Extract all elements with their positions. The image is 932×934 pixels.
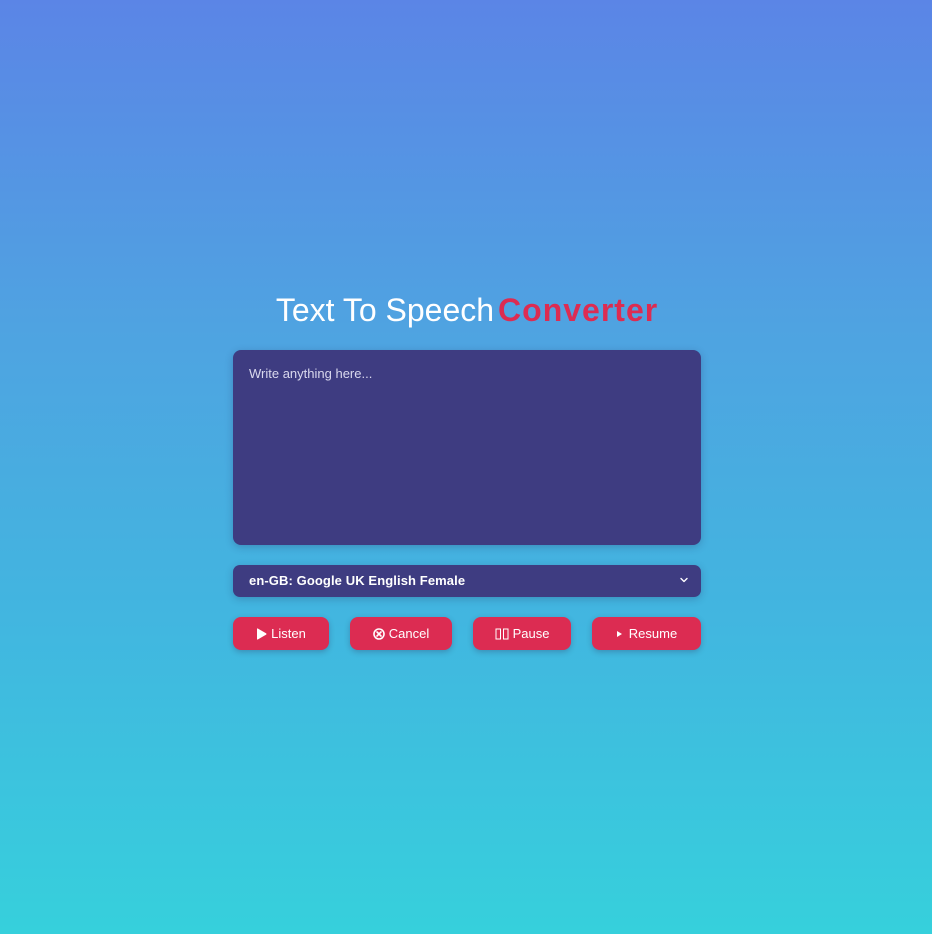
voice-select[interactable]: en-GB: Google UK English Female: [233, 565, 701, 597]
listen-button-label: Listen: [271, 626, 306, 641]
title-accent: Converter: [498, 292, 659, 328]
tts-app: Text To SpeechConverter en-GB: Google UK…: [233, 290, 701, 650]
cancel-button-label: Cancel: [388, 626, 430, 641]
chevron-down-icon: [680, 577, 688, 583]
resume-icon: [616, 630, 623, 638]
cancel-circle-icon: [372, 627, 385, 640]
resume-button[interactable]: Resume: [592, 617, 701, 650]
pause-button[interactable]: Pause: [473, 617, 571, 650]
voice-select-value: en-GB: Google UK English Female: [249, 573, 466, 588]
listen-button[interactable]: Listen: [233, 617, 329, 650]
page-title: Text To Speech Converter: [233, 290, 701, 330]
text-input-panel: [233, 350, 701, 545]
pause-icon: [495, 628, 509, 640]
resume-button-label: Resume: [628, 626, 678, 641]
text-input[interactable]: [233, 350, 701, 545]
pause-button-label: Pause: [512, 626, 550, 641]
cancel-button[interactable]: Cancel: [350, 617, 452, 650]
control-buttons: Listen Cancel Pause Resume: [233, 617, 701, 650]
play-icon: [256, 627, 267, 640]
title-prefix: Text To Speech: [275, 292, 495, 328]
